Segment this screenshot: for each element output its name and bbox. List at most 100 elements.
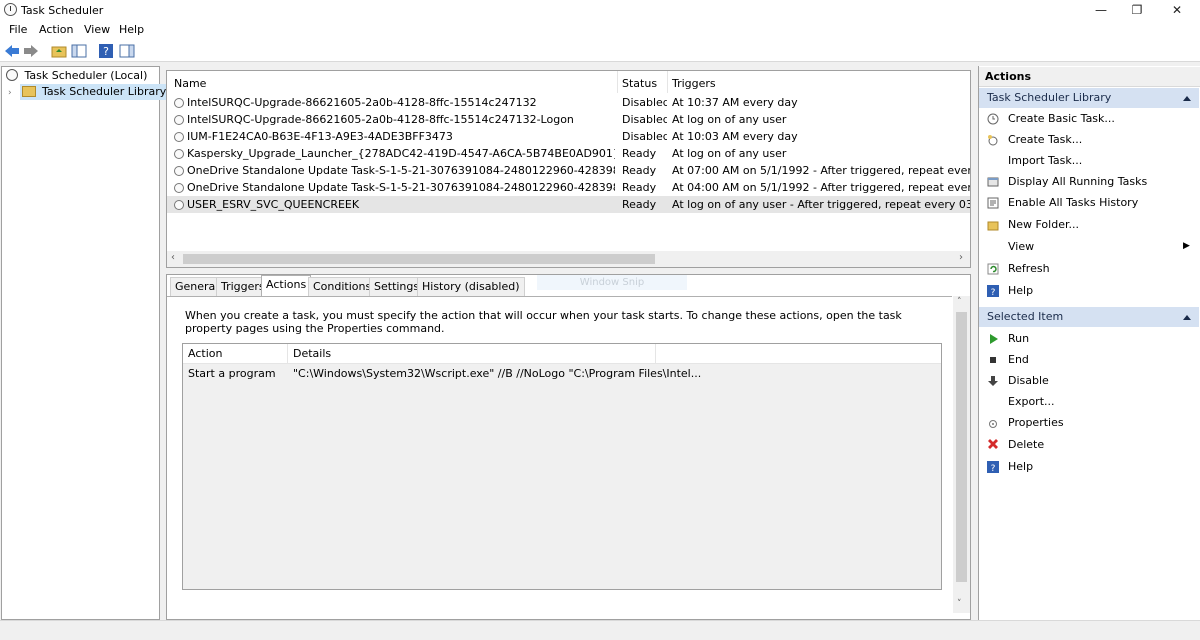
watermark: Window Snip [537,275,687,290]
running-tasks-icon [987,177,999,187]
tab-actions[interactable]: Actions [261,275,312,297]
title-bar [0,0,1200,20]
tab-settings[interactable]: Settings [369,277,425,296]
chevron-down-icon[interactable]: ˅ [957,599,962,609]
clock-icon [6,69,18,81]
action-display-running-tasks[interactable]: Display All Running Tasks [979,171,1199,192]
action-end[interactable]: End [979,349,1199,370]
task-icon [174,149,184,159]
task-icon [174,132,184,142]
action-properties[interactable]: Properties [979,412,1199,433]
scrollbar-thumb[interactable] [956,312,967,582]
window-title: Task Scheduler [21,4,104,17]
menu-file[interactable]: File [9,23,27,36]
chevron-left-icon[interactable]: ‹ [171,252,175,263]
action-details: "C:\Windows\System32\Wscript.exe" //B //… [293,367,702,380]
action-create-task[interactable]: Create Task... [979,129,1199,150]
table-row[interactable]: IntelSURQC-Upgrade-86621605-2a0b-4128-8f… [167,111,970,128]
task-icon [174,183,184,193]
action-create-basic-task[interactable]: Create Basic Task... [979,108,1199,129]
collapse-arrow-icon[interactable] [1183,315,1191,320]
action-type: Start a program [188,367,276,380]
history-icon [987,197,999,209]
action-import-task[interactable]: Import Task... [979,150,1199,171]
table-row[interactable]: OneDrive Standalone Update Task-S-1-5-21… [167,162,970,179]
actions-description: When you create a task, you must specify… [185,309,902,335]
column-header-action[interactable]: Action [188,347,222,360]
delete-x-icon [988,439,998,449]
folder-icon [21,86,36,97]
action-delete[interactable]: Delete [979,434,1199,455]
scrollbar-thumb[interactable] [183,254,655,264]
svg-text:?: ? [991,288,996,297]
disable-down-arrow-icon [988,376,998,386]
menu-action[interactable]: Action [39,23,73,36]
column-header-details[interactable]: Details [293,347,331,360]
help-icon[interactable]: ? [98,43,114,59]
help-icon: ? [987,285,999,297]
column-header-status[interactable]: Status [622,76,657,92]
table-row[interactable]: IntelSURQC-Upgrade-86621605-2a0b-4128-8f… [167,94,970,111]
refresh-icon [987,263,999,275]
task-icon [174,98,184,108]
table-row[interactable]: Kaspersky_Upgrade_Launcher_{278ADC42-419… [167,145,970,162]
action-run[interactable]: Run [979,328,1199,349]
chevron-right-icon[interactable]: › [8,85,16,101]
close-button[interactable]: ✕ [1154,0,1200,20]
action-new-folder[interactable]: New Folder... [979,214,1199,235]
create-basic-task-icon [987,113,999,125]
column-header-triggers[interactable]: Triggers [672,76,716,92]
task-list: Name Status Triggers IntelSURQC-Upgrade-… [166,70,971,268]
action-enable-tasks-history[interactable]: Enable All Tasks History [979,192,1199,213]
menu-view[interactable]: View [84,23,110,36]
chevron-up-icon[interactable]: ˄ [957,297,962,307]
chevron-right-icon[interactable]: › [959,252,963,263]
collapse-arrow-icon[interactable] [1183,96,1191,101]
task-icon [174,115,184,125]
svg-text:?: ? [103,45,109,58]
menu-help[interactable]: Help [119,23,144,36]
actions-table: Action Details Start a program "C:\Windo… [182,343,942,590]
tab-conditions[interactable]: Conditions [308,277,377,296]
action-disable[interactable]: Disable [979,370,1199,391]
svg-text:?: ? [991,464,996,473]
table-row-selected[interactable]: USER_ESRV_SVC_QUEENCREEK Ready At log on… [167,196,970,213]
action-view[interactable]: View ▶ [979,236,1199,257]
forward-arrow-icon[interactable] [23,43,39,59]
clock-icon [4,3,17,16]
section-task-scheduler-library[interactable]: Task Scheduler Library [979,88,1199,108]
table-row[interactable]: OneDrive Standalone Update Task-S-1-5-21… [167,179,970,196]
table-row[interactable]: IUM-F1E24CA0-B63E-4F13-A9E3-4ADE3BFF3473… [167,128,970,145]
section-selected-item[interactable]: Selected Item [979,307,1199,327]
actions-tab-body: When you create a task, you must specify… [167,296,952,619]
column-header-name[interactable]: Name [174,76,206,92]
task-detail-pane: Window Snip General Triggers Actions Con… [166,274,971,620]
actions-table-row[interactable]: Start a program "C:\Windows\System32\Wsc… [183,364,941,589]
action-help-selected[interactable]: ? Help [979,456,1199,477]
stop-icon [990,357,996,363]
vertical-scrollbar[interactable]: ˄ ˅ [953,296,970,613]
tree-item-root[interactable]: Task Scheduler (Local) [6,68,147,84]
show-hide-action-pane-icon[interactable] [119,43,135,59]
console-tree: Task Scheduler (Local) › Task Scheduler … [1,66,171,620]
horizontal-scrollbar[interactable]: ‹ › [167,251,970,267]
task-icon [174,200,184,210]
task-icon [174,166,184,176]
tab-history[interactable]: History (disabled) [417,277,525,296]
actions-pane: Actions Task Scheduler Library Create Ba… [978,66,1200,620]
tree-item-library[interactable]: › Task Scheduler Library [8,84,171,101]
action-refresh[interactable]: Refresh [979,258,1199,279]
show-hide-tree-icon[interactable] [71,43,87,59]
actions-pane-title: Actions [979,67,1200,87]
menu-bar [0,20,1200,40]
create-task-icon [988,135,998,146]
run-icon [990,334,998,344]
properties-icon [989,420,997,428]
action-help[interactable]: ? Help [979,280,1199,301]
folder-up-icon[interactable] [51,43,67,59]
actions-table-header: Action Details [183,344,941,364]
new-folder-icon [987,221,999,231]
back-arrow-icon[interactable] [4,43,20,59]
help-icon: ? [987,461,999,473]
action-export[interactable]: Export... [979,391,1199,412]
